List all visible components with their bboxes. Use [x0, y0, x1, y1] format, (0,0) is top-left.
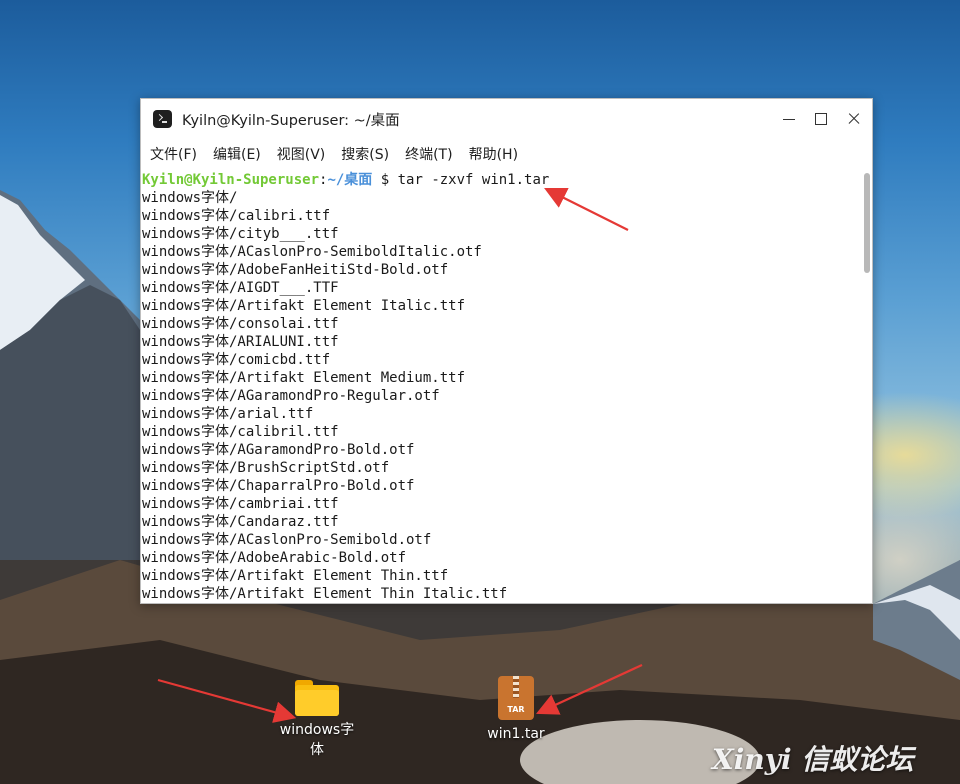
command-text: $ tar -zxvf win1.tar: [380, 172, 550, 188]
output-line: windows字体/ChaparralPro-Bold.otf: [142, 478, 415, 494]
archive-tag: TAR: [507, 705, 525, 714]
folder-label-line2: 体: [310, 742, 324, 758]
menu-edit[interactable]: 编辑(E): [213, 144, 261, 164]
output-line: windows字体/BrushScriptStd.otf: [142, 460, 390, 476]
output-line: windows字体/arial.ttf: [142, 406, 314, 422]
title-bar[interactable]: Kyiln@Kyiln-Superuser: ~/桌面: [141, 99, 872, 139]
output-line: windows字体/Artifakt Element Italic.ttf: [142, 298, 466, 314]
output-line: windows字体/comicbd.ttf: [142, 352, 331, 368]
command-line: Kyiln@Kyiln-Superuser:~/桌面 $ tar -zxvf w…: [142, 171, 860, 189]
output-line: windows字体/Artifakt Element Medium.ttf: [142, 370, 466, 386]
window-title: Kyiln@Kyiln-Superuser: ~/桌面: [182, 113, 400, 129]
terminal-output[interactable]: Kyiln@Kyiln-Superuser:~/桌面 $ tar -zxvf w…: [142, 171, 860, 603]
scrollbar[interactable]: [863, 171, 871, 603]
tar-label: win1.tar: [487, 726, 545, 742]
output-lines: windows字体/windows字体/calibri.ttf windows字体…: [142, 189, 860, 603]
output-line: windows字体/Artifakt Element Thin.ttf: [142, 568, 449, 584]
output-line: windows字体/ACaslonPro-SemiboldItalic.otf: [142, 244, 482, 260]
menu-view[interactable]: 视图(V): [277, 144, 326, 164]
output-line: windows字体/Artifakt Element Thin Italic.t…: [142, 586, 508, 602]
watermark: Xinyi 信蚁论坛: [712, 743, 914, 776]
desktop-folder-windows-fonts[interactable]: windows字 体: [267, 680, 367, 760]
output-line: windows字体/ACaslonPro-Semibold.otf: [142, 532, 432, 548]
menu-search[interactable]: 搜索(S): [341, 144, 389, 164]
folder-icon: [295, 680, 339, 716]
menu-help[interactable]: 帮助(H): [469, 144, 518, 164]
maximize-button[interactable]: [809, 107, 833, 131]
output-line: windows字体/cityb___.ttf: [142, 226, 339, 242]
output-line: windows字体/: [142, 190, 238, 206]
desktop-file-win1-tar[interactable]: TAR win1.tar: [466, 676, 566, 744]
minimize-button[interactable]: [777, 107, 801, 131]
output-line: windows字体/calibri.ttf: [142, 208, 331, 224]
output-line: windows字体/Candaraz.ttf: [142, 514, 339, 530]
output-line: windows字体/ARIALUNI.ttf: [142, 334, 339, 350]
prompt-path: ~/桌面: [327, 172, 373, 188]
output-line: windows字体/AdobeArabic-Bold.otf: [142, 550, 407, 566]
output-line: windows字体/consolai.ttf: [142, 316, 339, 332]
folder-label-line1: windows字: [279, 722, 355, 738]
output-line: windows字体/AdobeFanHeitiStd-Bold.otf: [142, 262, 449, 278]
menu-bar: 文件(F) 编辑(E) 视图(V) 搜索(S) 终端(T) 帮助(H): [141, 139, 872, 169]
close-button[interactable]: [842, 107, 866, 131]
output-line: windows字体/AGaramondPro-Regular.otf: [142, 388, 440, 404]
archive-icon: TAR: [498, 676, 534, 720]
menu-terminal[interactable]: 终端(T): [405, 144, 452, 164]
scrollbar-thumb[interactable]: [864, 173, 870, 273]
terminal-window[interactable]: Kyiln@Kyiln-Superuser: ~/桌面 文件(F) 编辑(E) …: [140, 98, 873, 604]
output-line: windows字体/cambriai.ttf: [142, 496, 339, 512]
output-line: windows字体/AIGDT___.TTF: [142, 280, 339, 296]
output-line: windows字体/AGaramondPro-Bold.otf: [142, 442, 415, 458]
terminal-icon: [153, 110, 172, 128]
prompt-user: Kyiln@Kyiln-Superuser: [142, 172, 320, 188]
output-line: windows字体/calibril.ttf: [142, 424, 339, 440]
menu-file[interactable]: 文件(F): [150, 144, 197, 164]
